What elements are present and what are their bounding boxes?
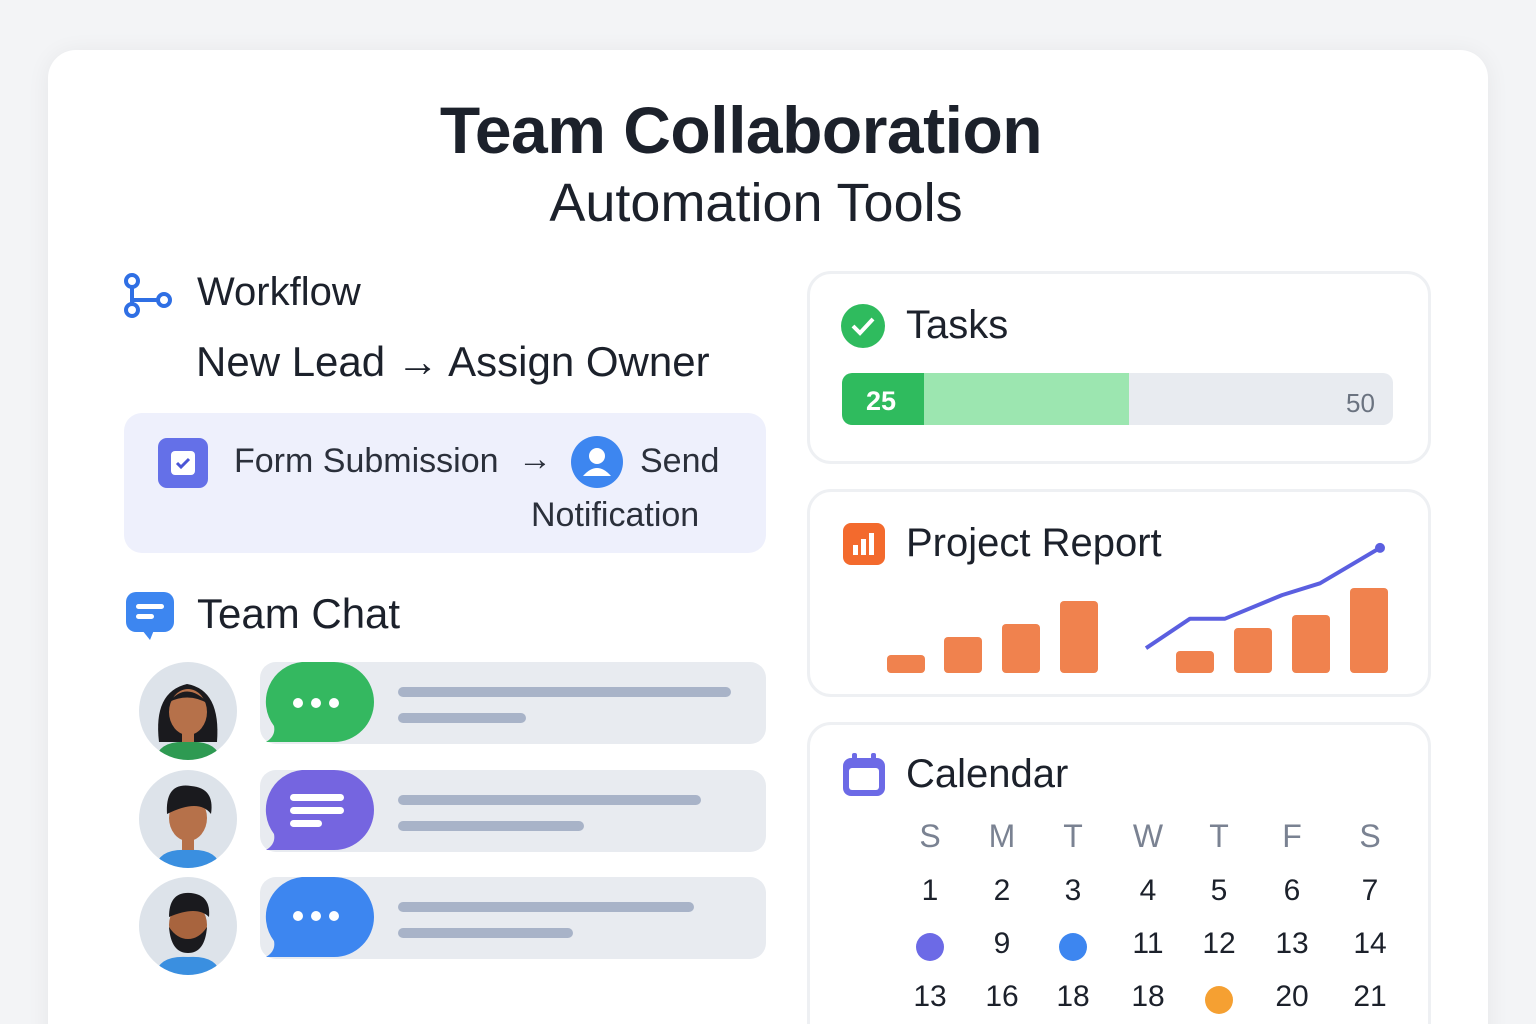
calendar-day[interactable]: 4 — [1118, 874, 1178, 914]
workflow-icon — [124, 273, 172, 318]
tasks-done-count: 25 — [866, 386, 897, 416]
tasks-progress-bar — [842, 373, 1393, 425]
calendar-day[interactable]: 6 — [1262, 874, 1322, 914]
check-circle-icon — [841, 304, 885, 348]
weekday-label: T — [1209, 818, 1229, 854]
weekday-label: T — [1063, 818, 1083, 854]
workflow-trigger: Form Submission — [234, 442, 499, 480]
event-dot[interactable] — [1205, 986, 1233, 1014]
tasks-title: Tasks — [906, 303, 1009, 347]
calendar-day[interactable]: 16 — [972, 980, 1032, 1020]
calendar-day[interactable]: 3 — [1043, 874, 1103, 914]
weekday-label: S — [1359, 818, 1381, 854]
workflow-title: Workflow — [197, 270, 361, 314]
workflow-action-line2: Notification — [531, 496, 700, 534]
workflow-action-line1: Send — [640, 442, 720, 480]
calendar-day[interactable]: 2 — [972, 874, 1032, 914]
bearded-man-avatar[interactable] — [139, 877, 237, 975]
calendar-day[interactable]: 14 — [1340, 927, 1400, 967]
report-bar — [1234, 628, 1272, 673]
calendar-day[interactable]: 12 — [1189, 927, 1249, 967]
message-text-line — [398, 795, 701, 805]
workflow-arrow: → — [518, 440, 552, 478]
calendar-day[interactable]: 7 — [1340, 874, 1400, 914]
message-text-line — [398, 687, 731, 697]
calendar-day[interactable]: 13 — [900, 980, 960, 1020]
calendar-panel[interactable] — [807, 722, 1431, 1024]
tasks-total-count: 50 — [1346, 388, 1375, 418]
bar-chart-icon — [843, 523, 885, 565]
report-bar — [1292, 614, 1330, 673]
calendar-day[interactable]: 1 — [900, 874, 960, 914]
weekday-label: M — [988, 818, 1016, 854]
report-bar — [887, 655, 925, 673]
team-chat-title: Team Chat — [197, 590, 401, 637]
weekday-label: W — [1132, 818, 1164, 854]
message-text-line — [398, 713, 526, 723]
calendar-day[interactable]: 18 — [1043, 980, 1103, 1020]
weekday-label: S — [919, 818, 941, 854]
workflow-rule[interactable]: New Lead → Assign Owner — [196, 338, 710, 386]
man-avatar[interactable] — [139, 770, 237, 868]
calendar-icon — [843, 753, 885, 796]
weekday-label: F — [1282, 818, 1302, 854]
woman-avatar[interactable] — [139, 662, 237, 760]
message-text-line — [398, 821, 584, 831]
event-dot[interactable] — [916, 933, 944, 961]
typing-bubble-icon — [262, 662, 374, 744]
text-bubble-icon — [262, 770, 374, 852]
page-subtitle: Automation Tools — [549, 173, 963, 233]
report-bar — [1350, 587, 1388, 673]
page-title: Team Collaboration — [439, 93, 1043, 167]
user-icon — [571, 436, 623, 488]
message-text-line — [398, 902, 694, 912]
calendar-day[interactable]: 13 — [1262, 927, 1322, 967]
report-bar — [1002, 623, 1040, 673]
calendar-title: Calendar — [906, 752, 1069, 796]
calendar-day[interactable]: 21 — [1340, 980, 1400, 1020]
report-bar — [1060, 601, 1098, 673]
report-bar — [1176, 650, 1214, 673]
chat-icon — [126, 592, 174, 640]
report-bar — [944, 637, 982, 673]
calendar-day[interactable]: 20 — [1262, 980, 1322, 1020]
form-checkbox-icon — [158, 438, 208, 488]
event-dot[interactable] — [1059, 933, 1087, 961]
calendar-day[interactable]: 18 — [1118, 980, 1178, 1020]
calendar-day[interactable]: 11 — [1118, 927, 1178, 967]
message-text-line — [398, 928, 573, 938]
calendar-day[interactable]: 5 — [1189, 874, 1249, 914]
project-report-title: Project Report — [906, 521, 1162, 565]
calendar-day[interactable]: 9 — [972, 927, 1032, 967]
tasks-panel[interactable] — [807, 271, 1431, 464]
typing-bubble-icon — [262, 877, 374, 959]
